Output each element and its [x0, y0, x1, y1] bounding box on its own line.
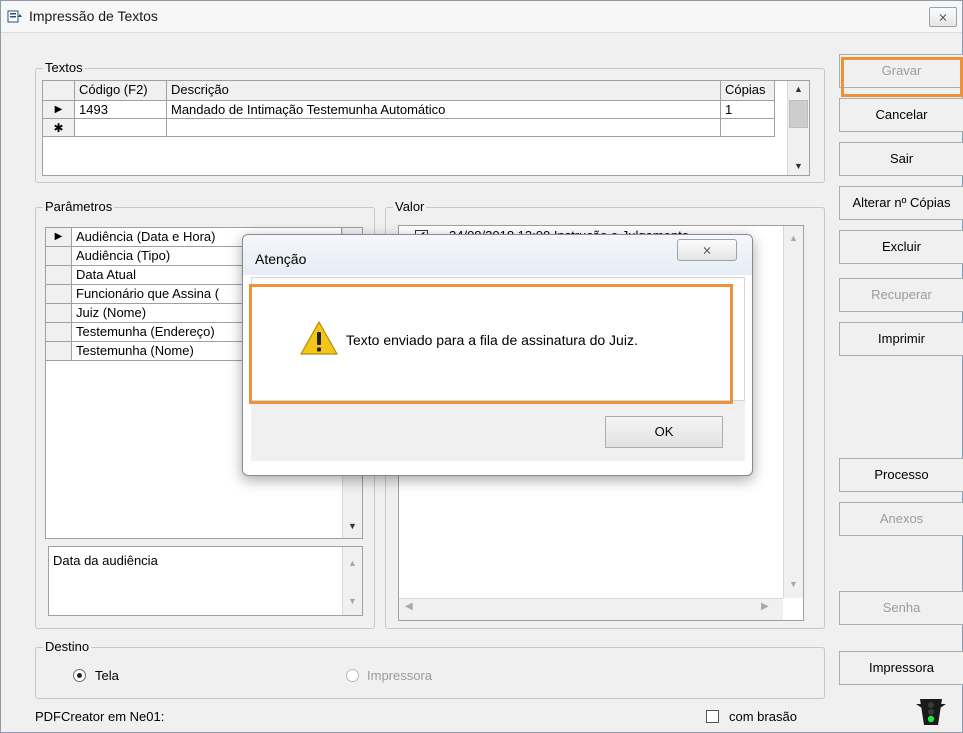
valor-label: Valor	[393, 199, 427, 214]
param-selector[interactable]	[46, 285, 72, 304]
scroll-up-icon[interactable]: ▲	[784, 230, 803, 247]
scroll-down-icon[interactable]: ▼	[343, 518, 362, 535]
radio-impressora-label[interactable]: Impressora	[367, 668, 432, 683]
param-description: Data da audiência	[53, 553, 158, 568]
dialog-title: Atenção	[255, 251, 307, 267]
cell-codigo-new[interactable]	[75, 119, 167, 137]
message-highlight	[249, 284, 733, 404]
cell-descricao-new[interactable]	[167, 119, 721, 137]
valor-hscrollbar[interactable]: ◀ ▶	[399, 598, 783, 620]
scroll-thumb[interactable]	[789, 100, 808, 128]
traffic-light-icon	[916, 699, 946, 725]
desc-scrollbar[interactable]: ▲ ▼	[342, 547, 362, 615]
grid-corner	[43, 81, 75, 101]
param-selector[interactable]	[46, 266, 72, 285]
anexos-button[interactable]: Anexos	[839, 502, 963, 536]
cell-copias-new[interactable]	[721, 119, 775, 137]
header-descricao[interactable]: Descrição	[167, 81, 721, 101]
recuperar-button[interactable]: Recuperar	[839, 278, 963, 312]
radio-tela-label[interactable]: Tela	[95, 668, 119, 683]
row-selector-current-icon[interactable]: ▶	[43, 101, 75, 119]
row-selector-new-icon[interactable]: ✱	[43, 119, 75, 137]
printer-label: PDFCreator em Ne01:	[35, 709, 165, 724]
scroll-down-icon[interactable]: ▼	[784, 576, 803, 593]
header-codigo[interactable]: Código (F2)	[75, 81, 167, 101]
scroll-left-icon[interactable]: ◀	[405, 601, 413, 612]
param-description-box[interactable]: Data da audiência ▲ ▼	[48, 546, 363, 616]
param-selector[interactable]	[46, 304, 72, 323]
valor-vscrollbar[interactable]: ▲ ▼	[783, 226, 803, 598]
scroll-down-icon[interactable]: ▼	[788, 158, 809, 175]
radio-tela-dot	[77, 673, 82, 678]
alterar-copias-button[interactable]: Alterar nº Cópias	[839, 186, 963, 220]
header-copias[interactable]: Cópias	[721, 81, 775, 101]
brasao-label[interactable]: com brasão	[729, 709, 797, 724]
title-bar: Impressão de Textos ⨯	[1, 1, 962, 33]
cell-descricao[interactable]: Mandado de Intimação Testemunha Automáti…	[167, 101, 721, 119]
dialog-footer: OK	[251, 401, 745, 461]
impressora-button[interactable]: Impressora	[839, 651, 963, 685]
textos-scrollbar[interactable]: ▲ ▼	[787, 81, 809, 175]
parametros-label: Parâmetros	[43, 199, 115, 214]
dialog-close-icon[interactable]: ⨯	[677, 239, 737, 261]
cell-copias[interactable]: 1	[721, 101, 775, 119]
ok-button[interactable]: OK	[605, 416, 723, 448]
close-icon[interactable]: ⨯	[929, 7, 957, 27]
window-title: Impressão de Textos	[29, 8, 158, 24]
param-selector-icon[interactable]: ▶	[46, 228, 72, 247]
app-icon	[7, 10, 22, 23]
param-selector[interactable]	[46, 342, 72, 361]
destino-label: Destino	[43, 639, 92, 654]
excluir-button[interactable]: Excluir	[839, 230, 963, 264]
cell-codigo[interactable]: 1493	[75, 101, 167, 119]
radio-impressora[interactable]	[346, 669, 359, 682]
textos-grid[interactable]: Código (F2) Descrição Cópias ▶ 1493 Mand…	[42, 80, 810, 176]
processo-button[interactable]: Processo	[839, 458, 963, 492]
param-selector[interactable]	[46, 323, 72, 342]
scroll-down-icon[interactable]: ▼	[343, 593, 362, 610]
param-selector[interactable]	[46, 247, 72, 266]
cancelar-button[interactable]: Cancelar	[839, 98, 963, 132]
scroll-right-icon[interactable]: ▶	[761, 601, 769, 612]
scroll-up-icon[interactable]: ▲	[343, 555, 362, 572]
scroll-up-icon[interactable]: ▲	[788, 81, 809, 98]
dialog-title-bar: Atenção ⨯	[243, 235, 752, 275]
brasao-checkbox[interactable]	[706, 710, 719, 723]
radio-tela[interactable]	[73, 669, 86, 682]
gravar-highlight	[841, 57, 963, 97]
textos-label: Textos	[43, 60, 85, 75]
senha-button[interactable]: Senha	[839, 591, 963, 625]
imprimir-button[interactable]: Imprimir	[839, 322, 963, 356]
sair-button[interactable]: Sair	[839, 142, 963, 176]
